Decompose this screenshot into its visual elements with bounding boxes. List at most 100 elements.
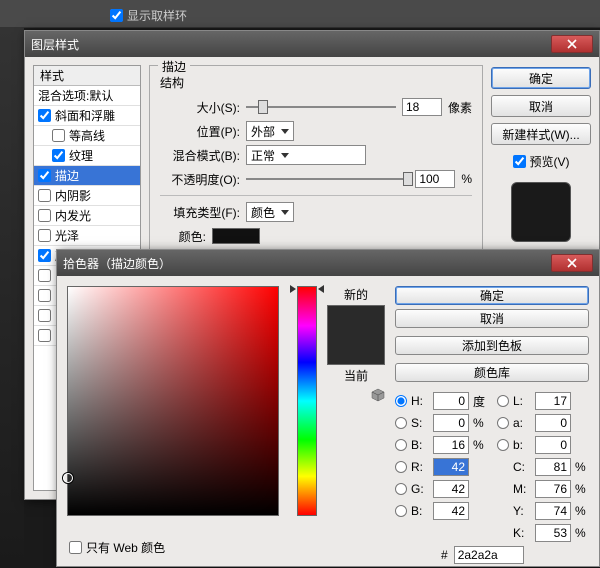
input-b[interactable] xyxy=(535,436,571,454)
current-label: 当前 xyxy=(344,367,368,384)
input-S[interactable] xyxy=(433,414,469,432)
radio-Bb[interactable] xyxy=(395,505,407,517)
size-input[interactable] xyxy=(402,98,442,116)
label-G: G: xyxy=(411,482,429,496)
style-item[interactable]: 纹理 xyxy=(34,146,140,166)
label-R: R: xyxy=(411,460,429,474)
saturation-value-area[interactable] xyxy=(67,286,279,516)
input-a[interactable] xyxy=(535,414,571,432)
radio-R[interactable] xyxy=(395,461,407,473)
input-Bv[interactable] xyxy=(433,436,469,454)
style-item[interactable]: 描边 xyxy=(34,166,140,186)
style-item[interactable]: 光泽 xyxy=(34,226,140,246)
style-checkbox[interactable] xyxy=(38,249,51,262)
style-checkbox[interactable] xyxy=(38,309,51,322)
ok-button[interactable]: 确定 xyxy=(395,286,589,305)
value-row-b: b: xyxy=(497,436,589,454)
close-icon[interactable] xyxy=(551,35,593,53)
style-checkbox[interactable] xyxy=(38,189,51,202)
web-only-checkbox[interactable] xyxy=(69,541,82,554)
color-picker-title: 拾色器（描边颜色） xyxy=(63,255,551,272)
layer-style-titlebar[interactable]: 图层样式 xyxy=(25,31,599,57)
new-current-swatch[interactable] xyxy=(327,305,385,365)
style-item[interactable]: 内发光 xyxy=(34,206,140,226)
input-K[interactable] xyxy=(535,524,571,542)
input-C[interactable] xyxy=(535,458,571,476)
new-label: 新的 xyxy=(344,286,368,303)
style-checkbox[interactable] xyxy=(38,109,51,122)
style-label: 斜面和浮雕 xyxy=(55,107,115,124)
style-checkbox[interactable] xyxy=(38,229,51,242)
style-checkbox[interactable] xyxy=(52,149,65,162)
radio-S[interactable] xyxy=(395,417,407,429)
radio-Bv[interactable] xyxy=(395,439,407,451)
radio-L[interactable] xyxy=(497,395,509,407)
show-sample-ring[interactable]: 显示取样环 xyxy=(110,7,187,24)
style-checkbox[interactable] xyxy=(38,289,51,302)
style-item[interactable]: 内阴影 xyxy=(34,186,140,206)
label-S: S: xyxy=(411,416,429,430)
style-item[interactable]: 斜面和浮雕 xyxy=(34,106,140,126)
web-only-toggle[interactable]: 只有 Web 颜色 xyxy=(69,539,165,556)
color-compare: 新的 当前 xyxy=(327,286,385,556)
hex-row: # xyxy=(395,546,589,564)
radio-a[interactable] xyxy=(497,417,509,429)
input-R[interactable] xyxy=(433,458,469,476)
blend-options-item[interactable]: 混合选项:默认 xyxy=(34,86,140,106)
style-label: 等高线 xyxy=(69,127,105,144)
input-Y[interactable] xyxy=(535,502,571,520)
input-H[interactable] xyxy=(433,392,469,410)
radio-b[interactable] xyxy=(497,439,509,451)
style-checkbox[interactable] xyxy=(52,129,65,142)
style-checkbox[interactable] xyxy=(38,329,51,342)
style-checkbox[interactable] xyxy=(38,269,51,282)
cancel-button[interactable]: 取消 xyxy=(491,95,591,117)
label-L: L: xyxy=(513,394,531,408)
input-L[interactable] xyxy=(535,392,571,410)
opacity-unit: % xyxy=(461,172,472,186)
color-picker-titlebar[interactable]: 拾色器（描边颜色） xyxy=(57,250,599,276)
preview-toggle[interactable]: 预览(V) xyxy=(491,153,591,170)
layer-style-title: 图层样式 xyxy=(31,36,551,53)
color-libs-button[interactable]: 颜色库 xyxy=(395,363,589,382)
hex-input[interactable] xyxy=(454,546,524,564)
size-slider[interactable] xyxy=(246,98,396,116)
show-sample-ring-checkbox[interactable] xyxy=(110,9,123,22)
value-row-R: R: xyxy=(395,458,487,476)
radio-G[interactable] xyxy=(395,483,407,495)
hue-thumb xyxy=(292,285,322,291)
unit-C: % xyxy=(575,460,589,474)
structure-legend: 结构 xyxy=(160,74,472,91)
style-label: 描边 xyxy=(55,167,79,184)
cancel-button[interactable]: 取消 xyxy=(395,309,589,328)
unit-S: % xyxy=(473,416,487,430)
style-item[interactable]: 等高线 xyxy=(34,126,140,146)
style-label: 光泽 xyxy=(55,227,79,244)
style-checkbox[interactable] xyxy=(38,169,51,182)
color-picker-dialog: 拾色器（描边颜色） 新的 当前 确定 取消 添加到色 xyxy=(56,249,600,567)
new-style-button[interactable]: 新建样式(W)... xyxy=(491,123,591,145)
stroke-color-swatch[interactable] xyxy=(212,228,260,244)
input-M[interactable] xyxy=(535,480,571,498)
input-Bb[interactable] xyxy=(433,502,469,520)
style-label: 纹理 xyxy=(69,147,93,164)
ok-button[interactable]: 确定 xyxy=(491,67,591,89)
hue-slider[interactable] xyxy=(297,286,317,516)
blendmode-dropdown[interactable]: 正常 xyxy=(246,145,366,165)
preview-checkbox[interactable] xyxy=(513,155,526,168)
value-row-L: L: xyxy=(497,392,589,410)
label-C: C: xyxy=(513,460,531,474)
opacity-slider[interactable] xyxy=(246,170,409,188)
sv-cursor xyxy=(63,473,73,483)
style-checkbox[interactable] xyxy=(38,209,51,222)
unit-K: % xyxy=(575,526,589,540)
filltype-dropdown[interactable]: 颜色 xyxy=(246,202,294,222)
label-M: M: xyxy=(513,482,531,496)
add-swatch-button[interactable]: 添加到色板 xyxy=(395,336,589,355)
close-icon[interactable] xyxy=(551,254,593,272)
label-K: K: xyxy=(513,526,531,540)
input-G[interactable] xyxy=(433,480,469,498)
position-dropdown[interactable]: 外部 xyxy=(246,121,294,141)
opacity-input[interactable] xyxy=(415,170,455,188)
radio-H[interactable] xyxy=(395,395,407,407)
